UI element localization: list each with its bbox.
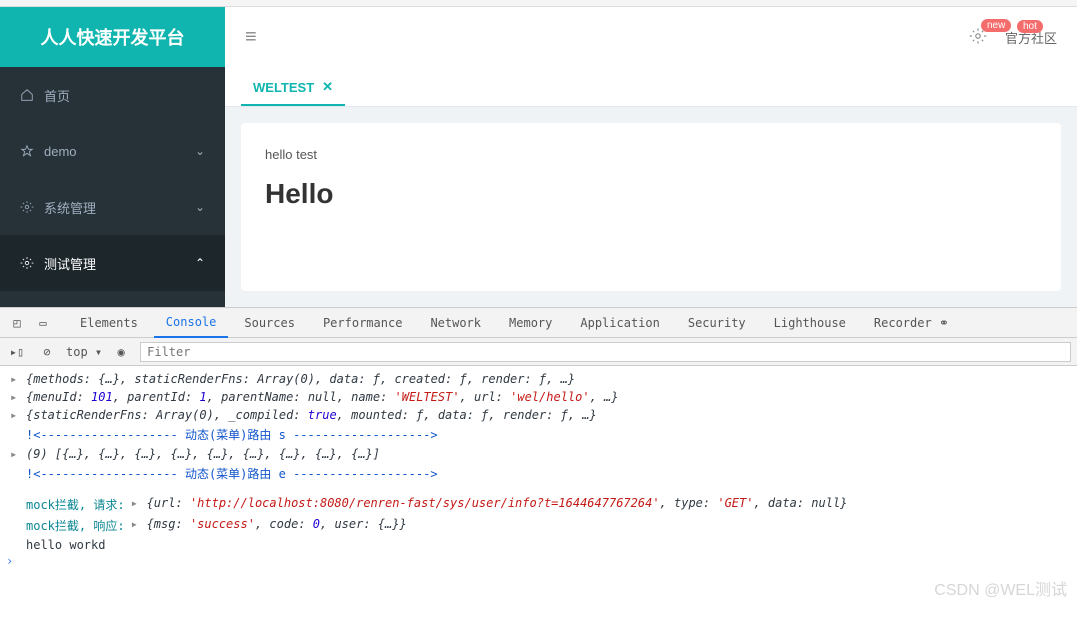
console-log: !<------------------- 动态(菜单)路由 e -------…: [0, 463, 1077, 484]
sidebar: 人人快速开发平台 首页 demo ⌄ 系统管理 ⌄ 测试管理: [0, 7, 225, 307]
console-toolbar: ▸▯ ⊘ top ▾ ◉: [0, 338, 1077, 366]
sidebar-item-system[interactable]: 系统管理 ⌄: [0, 179, 225, 235]
tab-weltest[interactable]: WELTEST ✕: [241, 70, 345, 106]
inspect-icon[interactable]: ◰: [6, 316, 28, 330]
console-log[interactable]: ▸{methods: {…}, staticRenderFns: Array(0…: [0, 370, 1077, 388]
devtools-tab-sources[interactable]: Sources: [232, 308, 307, 338]
filter-input[interactable]: [140, 342, 1071, 362]
chevron-down-icon: ⌄: [195, 144, 205, 158]
sidebar-item-test[interactable]: 测试管理 ⌃: [0, 235, 225, 291]
watermark: CSDN @WEL测试: [934, 576, 1067, 600]
badge-hot: hot: [1017, 20, 1043, 33]
console-output: ▸{methods: {…}, staticRenderFns: Array(0…: [0, 366, 1077, 572]
console-prompt[interactable]: ›: [0, 554, 1077, 568]
console-log: !<------------------- 动态(菜单)路由 s -------…: [0, 424, 1077, 445]
console-log[interactable]: mock拦截, 响应: ▸{msg: 'success', code: 0, u…: [0, 515, 1077, 536]
console-log: hello workd: [0, 536, 1077, 554]
devtools-tab-network[interactable]: Network: [418, 308, 493, 338]
eye-icon[interactable]: ◉: [110, 345, 132, 359]
chevron-down-icon: ⌄: [195, 200, 205, 214]
devtools-tab-security[interactable]: Security: [676, 308, 758, 338]
sidebar-item-label: 首页: [44, 86, 70, 105]
tab-label: WELTEST: [253, 80, 314, 95]
devtools-tab-application[interactable]: Application: [568, 308, 671, 338]
brand-title: 人人快速开发平台: [0, 7, 225, 67]
sidebar-item-label: 测试管理: [44, 254, 96, 273]
console-log[interactable]: ▸{staticRenderFns: Array(0), _compiled: …: [0, 406, 1077, 424]
content-heading: Hello: [265, 178, 1037, 210]
devtools-tab-memory[interactable]: Memory: [497, 308, 564, 338]
content-panel: hello test Hello: [241, 123, 1061, 291]
sidebar-toggle-icon[interactable]: ▸▯: [6, 345, 28, 359]
devtools-tab-lighthouse[interactable]: Lighthouse: [762, 308, 858, 338]
star-icon: [20, 144, 34, 158]
content-subtext: hello test: [265, 147, 1037, 162]
devtools-tabs: ◰ ▭ Elements Console Sources Performance…: [0, 308, 1077, 338]
console-log[interactable]: ▸(9) [{…}, {…}, {…}, {…}, {…}, {…}, {…},…: [0, 445, 1077, 463]
home-icon: [20, 88, 34, 102]
browser-bookmarks-bar: [0, 0, 1077, 7]
console-log[interactable]: mock拦截, 请求: ▸{url: 'http://localhost:808…: [0, 494, 1077, 515]
chevron-up-icon: ⌃: [195, 256, 205, 270]
device-icon[interactable]: ▭: [32, 316, 54, 330]
context-select[interactable]: top ▾: [66, 345, 102, 359]
devtools-tab-elements[interactable]: Elements: [68, 308, 150, 338]
clear-console-icon[interactable]: ⊘: [36, 345, 58, 359]
gear-icon: [20, 256, 34, 270]
app-shell: 人人快速开发平台 首页 demo ⌄ 系统管理 ⌄ 测试管理: [0, 7, 1077, 307]
devtools-tab-performance[interactable]: Performance: [311, 308, 414, 338]
devtools-tab-console[interactable]: Console: [154, 308, 229, 338]
tabs-bar: WELTEST ✕: [225, 67, 1077, 107]
devtools-tab-recorder[interactable]: Recorder ⚭: [862, 308, 961, 338]
sidebar-item-home[interactable]: 首页: [0, 67, 225, 123]
main-area: ≡ new 官方社区 hot WELTEST ✕ hello test Hell…: [225, 7, 1077, 307]
console-log[interactable]: ▸{menuId: 101, parentId: 1, parentName: …: [0, 388, 1077, 406]
menu-toggle-icon[interactable]: ≡: [245, 26, 257, 49]
community-link[interactable]: 官方社区 hot: [1005, 28, 1057, 47]
settings-button[interactable]: new: [969, 27, 987, 48]
topbar: ≡ new 官方社区 hot: [225, 7, 1077, 67]
sidebar-item-label: demo: [44, 144, 77, 159]
close-icon[interactable]: ✕: [322, 79, 333, 95]
gear-icon: [20, 200, 34, 214]
community-label: 官方社区: [1005, 31, 1057, 46]
sidebar-item-demo[interactable]: demo ⌄: [0, 123, 225, 179]
sidebar-item-label: 系统管理: [44, 198, 96, 217]
devtools-panel: ◰ ▭ Elements Console Sources Performance…: [0, 307, 1077, 572]
